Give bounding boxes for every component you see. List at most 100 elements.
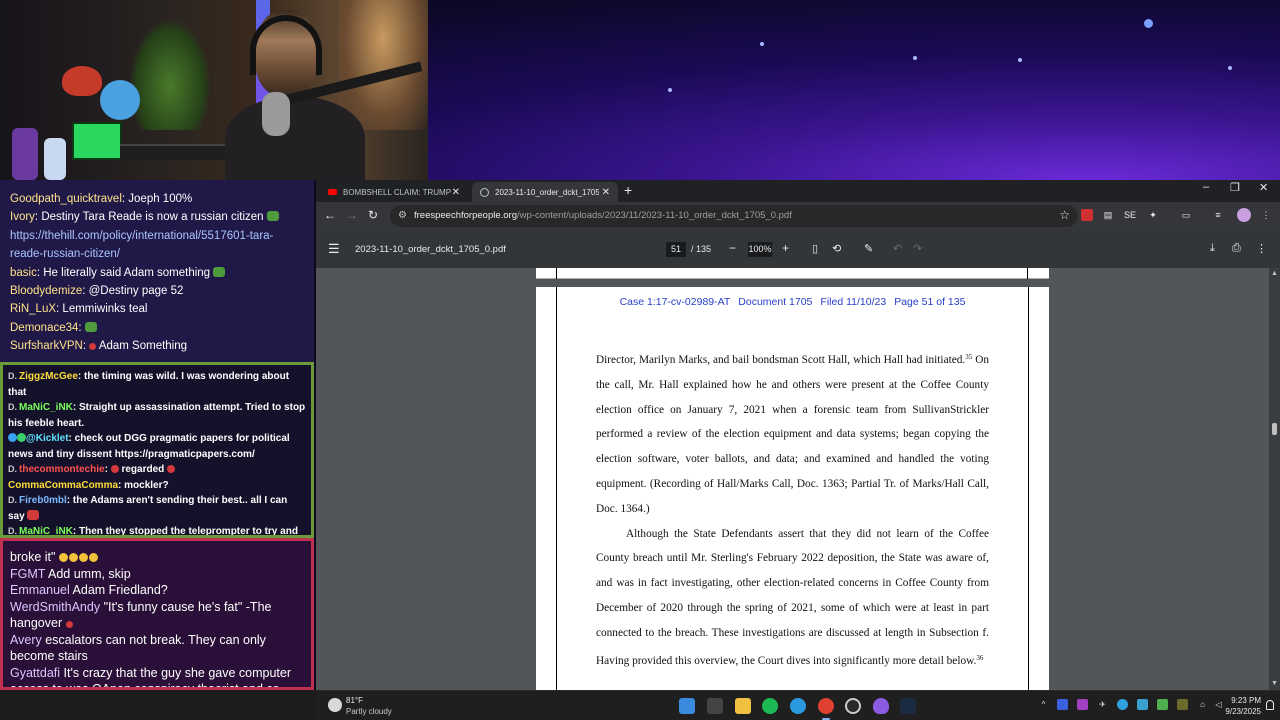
sidepanel-icon[interactable]: ▭ [1180,209,1192,221]
emote [65,621,73,628]
undo-icon[interactable]: ↶ [893,242,902,255]
badge-icon [17,433,26,442]
pdf-viewer[interactable]: Case 1:17-cv-02989-AT Document 1705 Filed … [316,268,1280,690]
close-window-button[interactable]: ✕ [1259,181,1268,194]
fit-page-icon[interactable]: ▯ [812,242,818,255]
minimize-button[interactable]: – [1203,181,1209,193]
tab-youtube[interactable]: BOMBSHELL CLAIM: TRUMP DE ✕ [320,182,468,202]
pepe-emote [266,211,279,222]
page-body: Director, Marilyn Marks, and bail bondsm… [596,345,989,673]
pepe-emote [213,266,226,277]
chevron-up-icon[interactable]: ^ [1038,699,1049,710]
rotate-icon[interactable]: ⟲ [832,242,841,255]
tray-icon[interactable] [1157,699,1168,710]
extension-icon[interactable] [1081,209,1093,221]
weather-icon[interactable] [328,698,342,712]
puzzle-icon[interactable]: ✦ [1147,209,1159,221]
badge-icon: D. [8,402,17,412]
network-icon[interactable]: ⌂ [1197,699,1208,710]
zoom-input[interactable]: 100% [748,242,772,257]
task-view-icon[interactable] [707,698,723,714]
tray-icon[interactable] [1117,699,1128,710]
obs-icon[interactable] [845,698,861,714]
annotate-icon[interactable]: ✎ [864,242,873,255]
zoom-out-button[interactable]: − [729,241,736,255]
redo-icon[interactable]: ↷ [913,242,922,255]
star [913,56,917,60]
chrome-icon[interactable] [818,698,834,714]
file-explorer-icon[interactable] [735,698,751,714]
start-icon[interactable] [679,698,695,714]
more-icon[interactable]: ⋮ [1256,242,1267,255]
scrollbar[interactable]: ▲ ▼ [1269,268,1280,690]
new-tab-button[interactable]: + [624,182,632,198]
chat-message: D. MaNiC_iNK: Straight up assassination a… [8,402,306,429]
restore-button[interactable]: ❐ [1230,181,1240,194]
clock-date[interactable]: 9/23/2025 [1215,707,1261,716]
browser-window: BOMBSHELL CLAIM: TRUMP DE ✕ 2023-11-10_o… [316,180,1280,690]
spotify-icon[interactable] [762,698,778,714]
badge-icon: D. [8,464,17,474]
download-icon[interactable]: ⤓ [1210,242,1215,255]
chat-message: CommaCommaComma: mockler? [8,479,169,491]
chat-message: RiN_LuX: Lemmiwinks teal [10,303,148,316]
reload-button[interactable]: ↻ [368,208,378,222]
app-icon[interactable] [873,698,889,714]
clock-time[interactable]: 9:23 PM [1227,696,1261,705]
close-icon[interactable]: ✕ [452,187,460,198]
chat-message: D. Fireb0mbl: the Adams aren't sending th… [8,495,288,522]
chat-message: D. thecommontechie: regarded [8,462,306,478]
zoom-in-button[interactable]: + [782,241,789,255]
tray-icon[interactable]: ✈ [1097,699,1108,710]
weather-condition[interactable]: Partly cloudy [346,707,392,716]
trash-icon[interactable]: ▤ [1102,209,1114,221]
footnote-ref[interactable]: 36 [976,654,983,662]
chat-panel-middle: D. ZiggzMcGee: the timing was wild. I was… [0,362,314,538]
chat-message: Goodpath_quicktravel: Joeph 100% [10,193,193,205]
edge-icon[interactable] [790,698,806,714]
bookmark-star-icon[interactable]: ☆ [1059,208,1070,222]
tray-icon[interactable] [1057,699,1068,710]
chat-message: Demonace34: [10,319,304,337]
url-text[interactable]: freespeechforpeople.org/wp-content/uploa… [414,210,792,221]
steam-icon[interactable] [900,698,916,714]
tab-title: BOMBSHELL CLAIM: TRUMP DE [343,187,451,197]
previous-page [536,268,1049,279]
page-total: / 135 [691,244,712,254]
tab-pdf[interactable]: 2023-11-10_order_dckt_1705_0 ✕ [472,182,618,202]
emote [27,509,40,520]
menu-icon[interactable]: ⋮ [1260,209,1272,221]
site-info-icon[interactable]: ⚙ [398,210,407,221]
chat-panel-bottom: broke it" FGMT Add umm, skip Emmanuel Ad… [0,538,314,690]
star [760,42,764,46]
tray-icon[interactable] [1177,699,1188,710]
media-icon[interactable]: ≡ [1212,209,1224,221]
tray-icon[interactable] [1137,699,1148,710]
screen: Goodpath_quicktravel: Joeph 100% Ivory: … [0,0,1280,720]
forward-button[interactable]: → [346,208,358,222]
notification-bell-icon[interactable] [1266,700,1274,710]
chat-message: Gyattdafi It's crazy that the guy she ga… [10,665,292,690]
chat-link[interactable]: https://thehill.com/policy/international… [10,227,304,264]
back-button[interactable]: ← [324,208,336,222]
chat-message: broke it" [10,549,304,566]
hamburger-menu-icon[interactable]: ☰ [328,241,340,257]
close-icon[interactable]: ✕ [602,187,610,198]
webcam-feed [0,0,428,180]
print-icon[interactable]: ⎙ [1232,242,1241,255]
tab-strip: BOMBSHELL CLAIM: TRUMP DE ✕ 2023-11-10_o… [316,180,1280,202]
pdf-page: Case 1:17-cv-02989-AT Document 1705 Filed … [536,287,1049,690]
taskbar: 81°F Partly cloudy ^ ✈ ⌂ ◁ 9:23 PM 9/23/… [316,690,1280,720]
profile-avatar[interactable] [1237,208,1251,222]
address-bar[interactable]: ⚙ freespeechforpeople.org/wp-content/upl… [390,205,1078,227]
badge-icon: D. [8,526,17,536]
page-number-input[interactable]: 51 [666,242,686,257]
scroll-thumb[interactable] [1272,423,1277,435]
siren-emote [110,465,119,473]
tray-icon[interactable] [1077,699,1088,710]
siren-emote [167,465,176,473]
pepe-emote [84,321,97,332]
chat-footer [0,690,316,720]
extension-icon[interactable]: SE [1124,209,1136,221]
weather-temp[interactable]: 81°F [346,696,363,705]
